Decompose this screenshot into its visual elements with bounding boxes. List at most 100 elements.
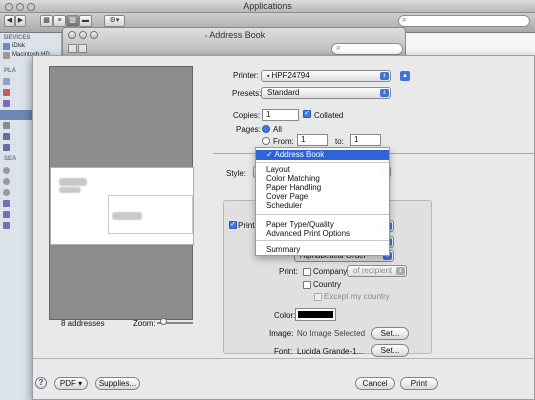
sidebar-item-idisk[interactable]: iDisk	[12, 43, 25, 49]
pdf-menu-button[interactable]: PDF ▾	[54, 377, 88, 390]
folder-icon[interactable]	[3, 133, 10, 140]
preview-address-block	[59, 178, 87, 186]
zoom-window-button[interactable]	[27, 3, 35, 11]
list-view-toggle[interactable]	[78, 44, 87, 53]
smart-folder-icon[interactable]	[3, 222, 10, 229]
ab-close-button[interactable]	[68, 31, 76, 39]
copies-field[interactable]: 1	[262, 109, 299, 121]
column-view-icon: ▥	[69, 17, 76, 24]
printer-label: Printer:	[233, 71, 259, 80]
preview-label-card	[108, 195, 193, 234]
finder-titlebar: Applications	[0, 0, 535, 13]
list-view-icon: ≡	[57, 17, 62, 24]
sidebar-places-header: PLA	[4, 68, 16, 74]
minimize-window-button[interactable]	[16, 3, 24, 11]
smart-folder-icon[interactable]	[3, 211, 10, 218]
menu-item-summary[interactable]: Summary	[256, 245, 389, 255]
menu-separator	[256, 240, 389, 241]
column-view-button[interactable]: ▥	[66, 15, 79, 27]
applications-folder-icon[interactable]	[3, 100, 10, 107]
ab-zoom-button[interactable]	[90, 31, 98, 39]
preview-address-block	[112, 212, 142, 220]
folder-icon[interactable]	[3, 144, 10, 151]
list-view-button[interactable]: ≡	[53, 15, 66, 27]
menu-item-advanced-print-options[interactable]: Advanced Print Options	[256, 229, 389, 239]
to-label: to:	[335, 137, 344, 146]
company-checkbox[interactable]	[303, 268, 311, 276]
printer-popup[interactable]: ▪ HPF24794 ⇕	[261, 70, 391, 82]
preview-page	[50, 167, 194, 245]
coverflow-icon: ▬	[82, 17, 89, 24]
smart-folder-icon[interactable]	[3, 200, 10, 207]
sidebar-search-header: SEA	[4, 156, 17, 162]
help-button[interactable]: ?	[35, 377, 47, 389]
finder-search-field[interactable]: ⌕	[398, 15, 530, 27]
menu-separator	[256, 214, 389, 215]
menu-item-scheduler[interactable]: Scheduler	[256, 201, 389, 211]
back-button[interactable]: ◀	[4, 15, 15, 27]
font-set-button[interactable]: Set...	[371, 344, 409, 357]
country-label: Country	[313, 280, 342, 289]
address-book-title: ▫ Address Book	[204, 30, 266, 40]
disclosure-button[interactable]: ▲	[400, 71, 410, 81]
except-country-checkbox[interactable]	[314, 293, 322, 301]
font-value: Lucida Grande-1...	[297, 347, 364, 356]
color-well[interactable]	[295, 308, 336, 321]
print-option-checkbox[interactable]: ✓	[229, 221, 237, 229]
clock-icon[interactable]	[3, 189, 10, 196]
back-arrow-icon: ◀	[6, 17, 13, 24]
presets-popup[interactable]: Standard ⇕	[261, 87, 391, 99]
cancel-button[interactable]: Cancel	[355, 377, 395, 390]
clock-icon[interactable]	[3, 178, 10, 185]
addresses-count: 8 addresses	[61, 319, 105, 328]
to-field[interactable]: 1	[350, 134, 381, 146]
zoom-slider-knob[interactable]	[160, 318, 167, 325]
collated-label: Collated	[314, 111, 344, 120]
from-label: From:	[273, 137, 294, 146]
triangle-up-icon: ▲	[402, 73, 408, 79]
print-preview	[49, 66, 194, 320]
copies-label: Copies:	[233, 111, 261, 120]
finder-title: Applications	[243, 1, 292, 11]
gear-icon: ⚙▾	[109, 17, 120, 24]
color-label: Color:	[274, 311, 296, 320]
popup-arrows-icon: ⇕	[380, 72, 389, 80]
of-recipient-popup[interactable]: of recipient ⇕	[347, 265, 407, 277]
popup-arrows-icon: ⇕	[380, 89, 389, 97]
menu-item-address-book[interactable]: ✓ Address Book	[256, 150, 389, 160]
from-field[interactable]: 1	[297, 134, 328, 146]
pages-all-label: All	[273, 125, 282, 134]
collated-checkbox[interactable]: ✓	[303, 110, 311, 118]
zoom-label: Zoom:	[133, 319, 156, 328]
pages-all-radio[interactable]	[262, 125, 270, 133]
pages-range-radio[interactable]	[262, 137, 270, 145]
print-fields-label: Print:	[279, 267, 298, 276]
search-icon: ⌕	[336, 43, 341, 52]
supplies-button[interactable]: Supplies...	[95, 377, 140, 390]
color-swatch	[298, 311, 333, 318]
action-menu-button[interactable]: ⚙▾	[104, 15, 125, 27]
popup-arrows-icon: ⇕	[396, 267, 405, 275]
coverflow-view-button[interactable]: ▬	[79, 15, 92, 27]
preview-address-block	[59, 187, 81, 193]
ab-search-field[interactable]: ⌕	[331, 43, 403, 55]
print-button[interactable]: Print	[400, 377, 438, 390]
search-icon: ⌕	[402, 15, 407, 24]
sidebar-devices-header: DEVICES	[4, 35, 31, 41]
close-window-button[interactable]	[5, 3, 13, 11]
hard-drive-icon	[3, 52, 10, 59]
forward-arrow-icon: ▶	[17, 17, 24, 24]
card-view-toggle[interactable]	[68, 44, 77, 53]
forward-button[interactable]: ▶	[15, 15, 26, 27]
sidebar-selected-item[interactable]	[0, 110, 32, 120]
country-checkbox[interactable]	[303, 281, 311, 289]
desktop-folder-icon[interactable]	[3, 78, 10, 85]
font-label: Font:	[274, 347, 293, 356]
clock-icon[interactable]	[3, 167, 10, 174]
ab-minimize-button[interactable]	[79, 31, 87, 39]
image-set-button[interactable]: Set...	[371, 327, 409, 340]
icon-view-button[interactable]: ▦	[40, 15, 53, 27]
documents-folder-icon[interactable]	[3, 122, 10, 129]
menu-separator	[256, 162, 389, 163]
home-folder-icon[interactable]	[3, 89, 10, 96]
